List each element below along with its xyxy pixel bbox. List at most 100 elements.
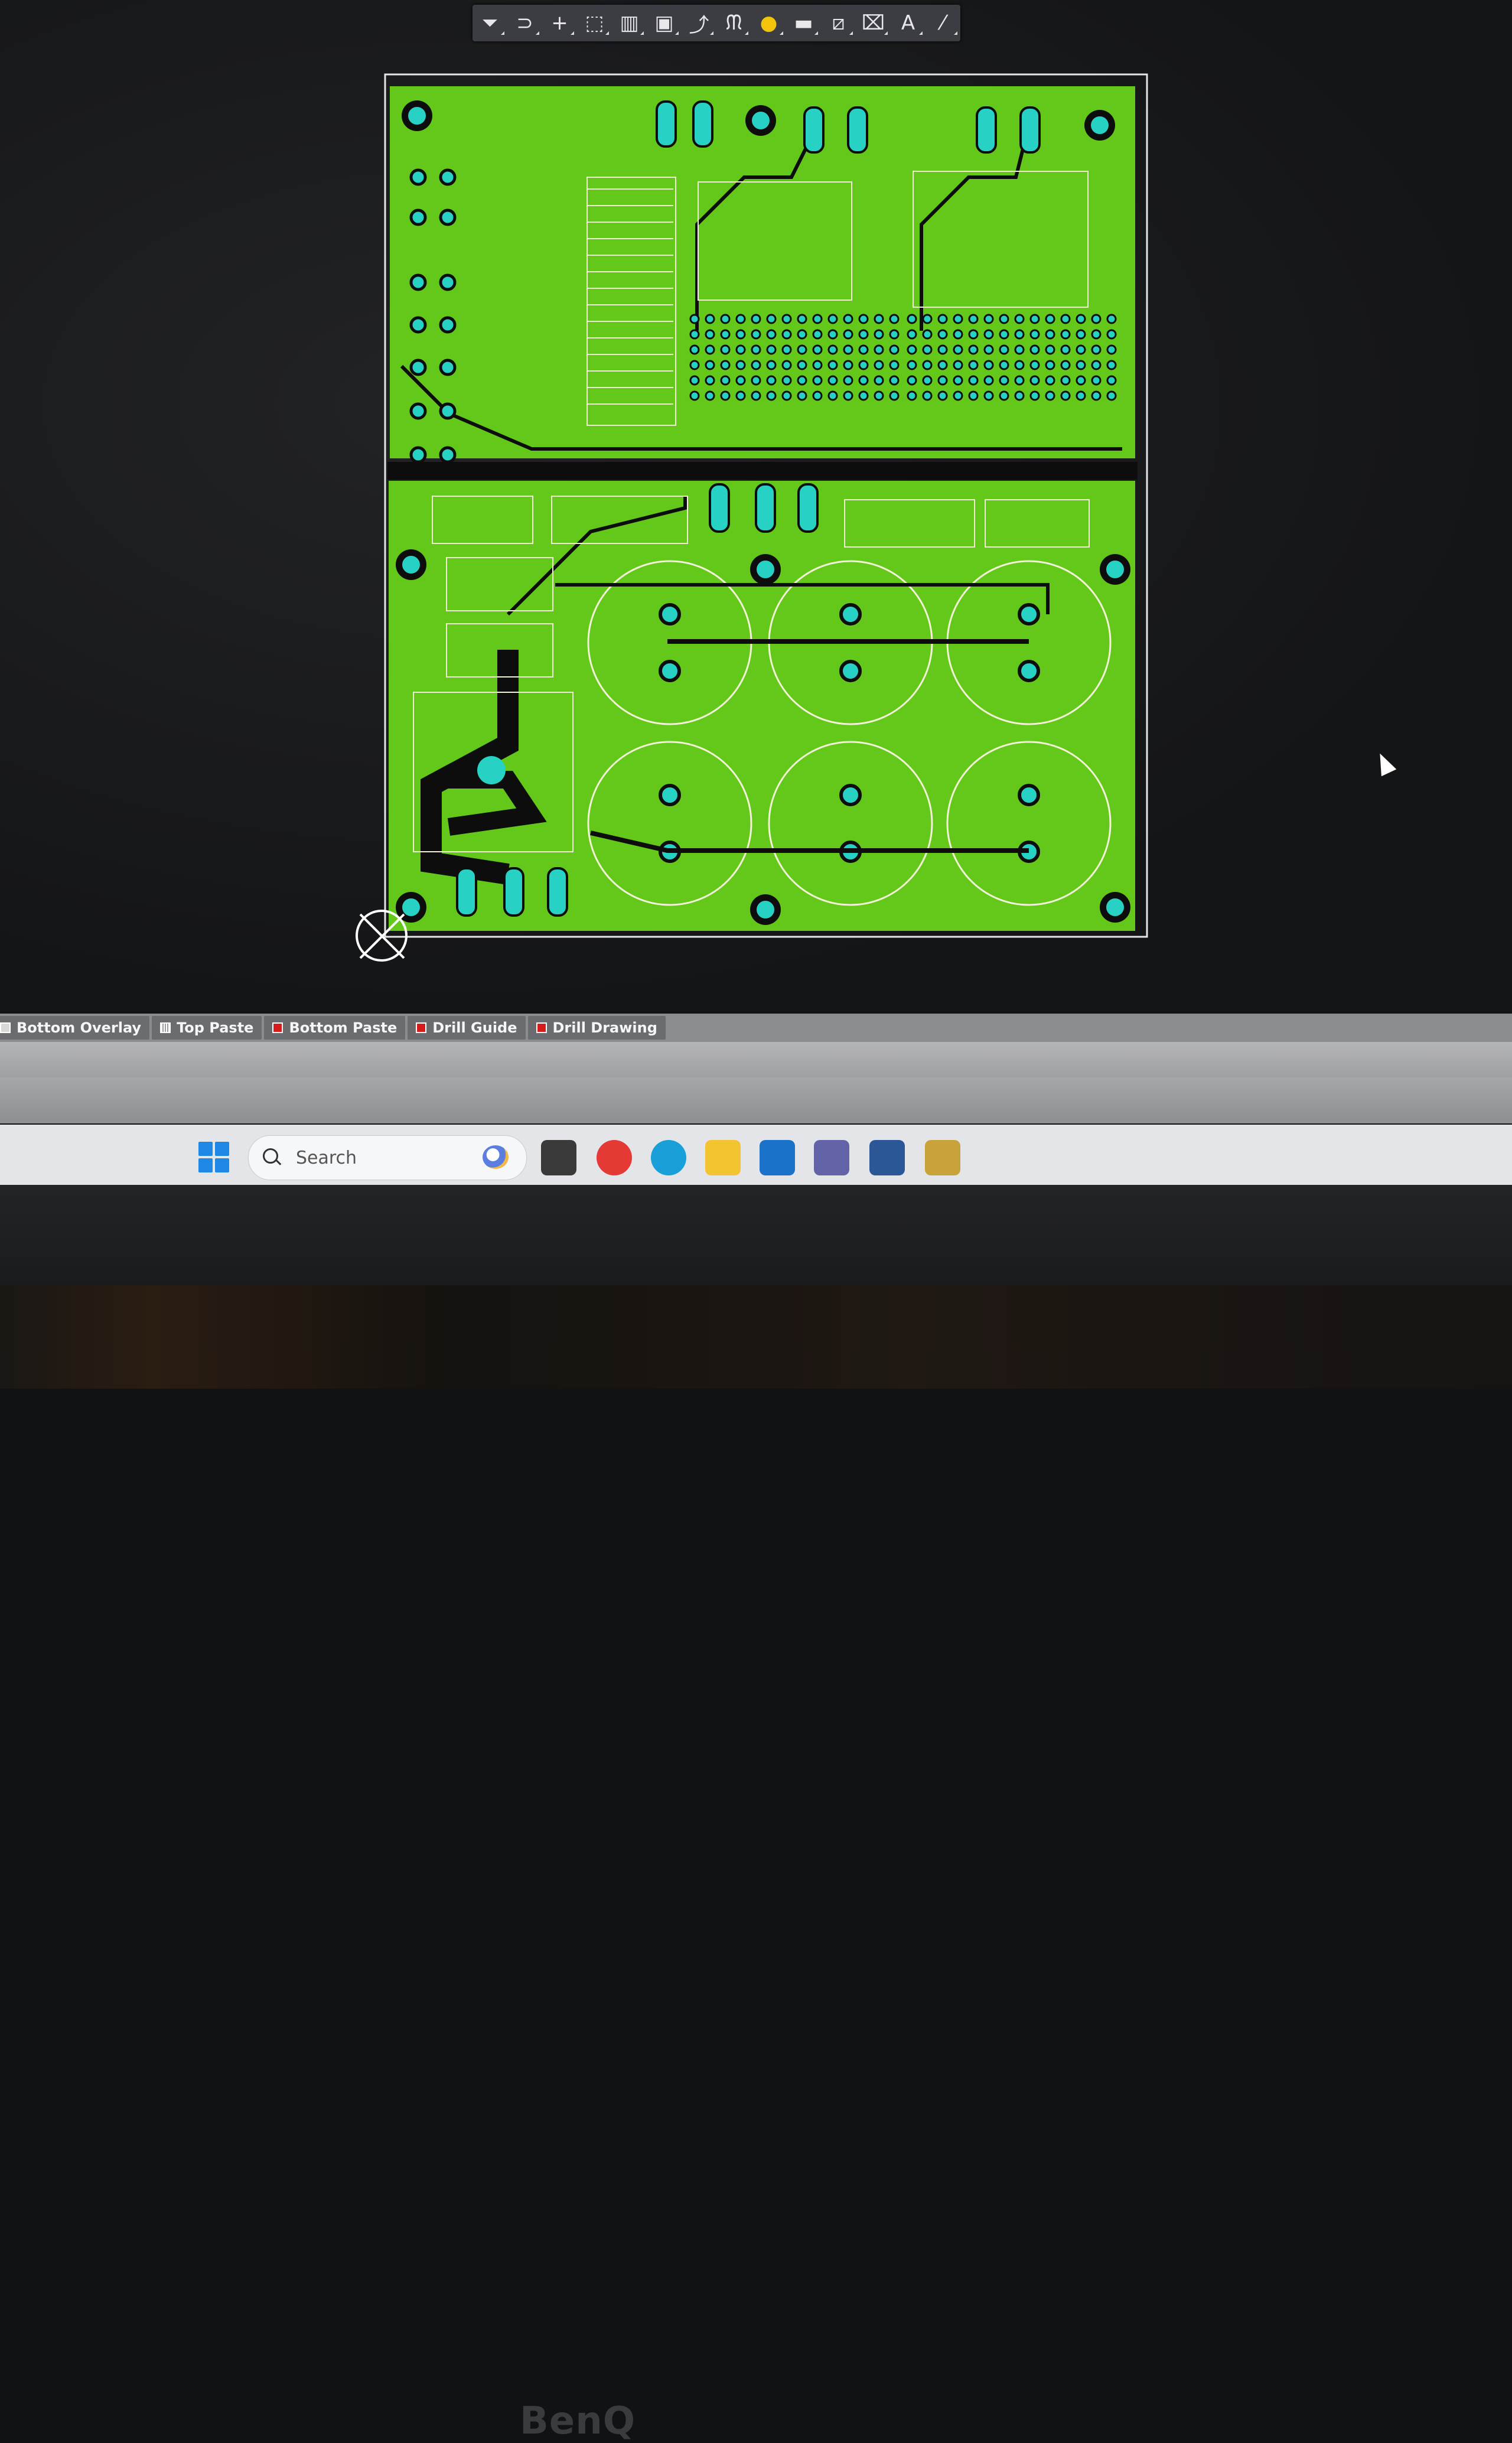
smd-pad <box>983 314 994 324</box>
smd-pad <box>858 375 869 386</box>
connector-pad <box>547 867 568 917</box>
mounting-hole-pad <box>402 898 420 916</box>
mounting-hole-pad <box>752 112 770 129</box>
smd-pad <box>1029 344 1040 355</box>
smd-pad <box>689 344 700 355</box>
edge-icon[interactable] <box>651 1140 686 1175</box>
smd-pad <box>827 375 838 386</box>
smd-pad <box>705 314 715 324</box>
smd-pad <box>781 375 792 386</box>
file-explorer-icon[interactable] <box>705 1140 741 1175</box>
smd-pad <box>953 314 963 324</box>
header-pad <box>409 402 427 420</box>
layer-tab-label: Bottom Overlay <box>17 1019 142 1036</box>
windows-start-icon[interactable] <box>198 1142 229 1172</box>
smd-pad <box>735 375 746 386</box>
smd-pad <box>751 314 761 324</box>
layer-tabs-bar: Bottom Overlay Top Paste Bottom Paste Drill… <box>0 1014 1512 1042</box>
smd-pad <box>735 344 746 355</box>
layer-color-swatch <box>160 1022 171 1033</box>
teams-icon[interactable] <box>814 1140 849 1175</box>
header-pad <box>439 273 457 291</box>
task-view-icon[interactable] <box>541 1140 576 1175</box>
smd-pad <box>1076 390 1086 401</box>
smd-pad <box>766 390 777 401</box>
smd-pad <box>999 344 1009 355</box>
smd-pad <box>720 390 731 401</box>
smd-pad <box>1076 344 1086 355</box>
mounting-hole-pad <box>402 556 420 574</box>
smd-pad <box>766 375 777 386</box>
smd-pad <box>937 375 948 386</box>
smd-pad <box>937 314 948 324</box>
smd-pad <box>907 360 917 370</box>
large-pad <box>477 756 506 784</box>
mounting-hole-pad <box>757 901 774 918</box>
smd-pad <box>781 390 792 401</box>
desk-background <box>0 1285 1512 1389</box>
layer-tab-top-paste[interactable]: Top Paste <box>152 1016 262 1040</box>
layer-tab-bottom-overlay[interactable]: Bottom Overlay <box>0 1016 150 1040</box>
smd-pad <box>874 375 884 386</box>
capacitor-pad <box>839 603 862 626</box>
capacitor-pad <box>1018 784 1040 806</box>
smd-pad <box>999 360 1009 370</box>
connector-pad <box>503 867 524 917</box>
pcb-board[interactable] <box>0 0 1512 1011</box>
smd-pad <box>766 344 777 355</box>
smd-pad <box>1060 314 1071 324</box>
smd-pad <box>858 390 869 401</box>
smd-pad <box>968 329 979 340</box>
smd-pad <box>720 360 731 370</box>
layer-tab-drill-guide[interactable]: Drill Guide <box>408 1016 526 1040</box>
smd-pad <box>874 344 884 355</box>
header-pad <box>409 273 427 291</box>
smd-pad <box>843 375 853 386</box>
smd-pad <box>705 329 715 340</box>
smd-pad <box>1106 375 1117 386</box>
smd-pad <box>983 390 994 401</box>
layer-tab-bottom-paste[interactable]: Bottom Paste <box>264 1016 406 1040</box>
smd-pad <box>889 314 900 324</box>
connector-pad <box>456 867 477 917</box>
taskbar-search-box[interactable]: Search <box>248 1135 527 1180</box>
smd-pad <box>1014 344 1025 355</box>
smd-pad <box>907 329 917 340</box>
layer-tab-label: Drill Drawing <box>552 1019 657 1036</box>
smd-pad <box>953 360 963 370</box>
smd-pad <box>922 344 933 355</box>
header-pad <box>409 446 427 464</box>
smd-pad <box>1091 390 1102 401</box>
smd-pad <box>1014 360 1025 370</box>
outlook-icon[interactable] <box>760 1140 795 1175</box>
mounting-hole-pad <box>757 561 774 578</box>
layer-tab-drill-drawing[interactable]: Drill Drawing <box>527 1016 666 1040</box>
smd-pad <box>1106 314 1117 324</box>
smd-pad <box>766 360 777 370</box>
smd-pad <box>751 390 761 401</box>
altium-icon[interactable] <box>925 1140 960 1175</box>
smd-pad <box>889 390 900 401</box>
smd-pad <box>689 390 700 401</box>
smd-pad <box>735 360 746 370</box>
search-placeholder: Search <box>296 1147 357 1168</box>
layer-color-swatch <box>272 1022 284 1033</box>
smd-pad <box>1060 344 1071 355</box>
smd-pad <box>953 329 963 340</box>
header-pad <box>409 168 427 186</box>
chrome-icon[interactable] <box>597 1140 632 1175</box>
smd-pad <box>751 329 761 340</box>
connector-pad <box>803 106 825 154</box>
smd-pad <box>1014 390 1025 401</box>
word-icon[interactable] <box>869 1140 905 1175</box>
mounting-hole-pad <box>1106 561 1124 578</box>
capacitor-pad <box>659 603 681 626</box>
smd-pad <box>1060 360 1071 370</box>
smd-pad <box>812 375 823 386</box>
connector-pad <box>692 100 713 148</box>
smd-pad <box>874 360 884 370</box>
smd-pad <box>705 375 715 386</box>
smd-pad <box>1029 375 1040 386</box>
smd-pad <box>1106 344 1117 355</box>
header-pad <box>439 168 457 186</box>
